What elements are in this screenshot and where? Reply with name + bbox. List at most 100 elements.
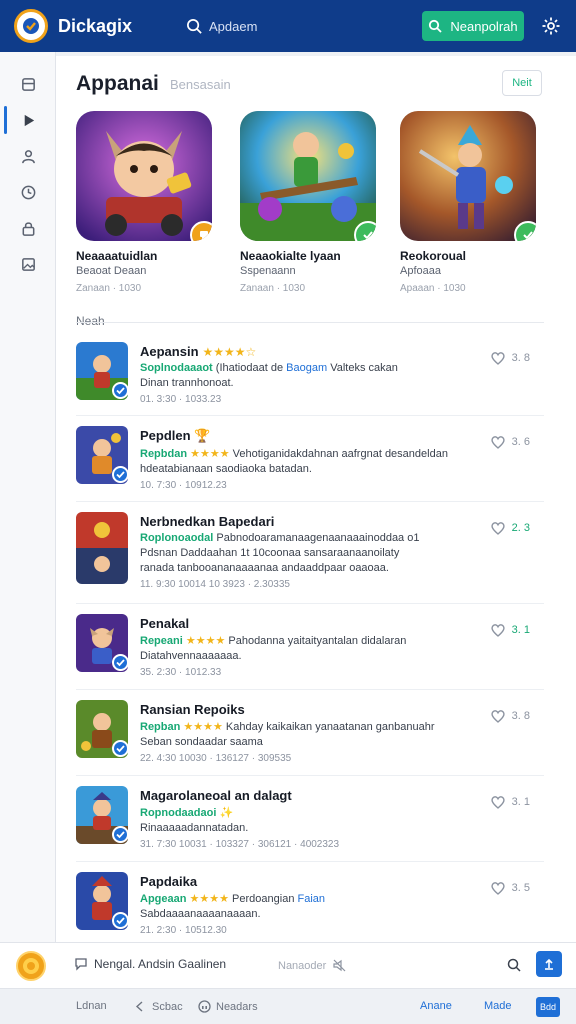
game-thumbnail[interactable]	[400, 111, 536, 241]
row-title[interactable]: Papdaika	[140, 874, 197, 889]
card-meta: Apaaan · 1030	[400, 283, 466, 294]
avatar[interactable]	[16, 951, 46, 981]
message-input[interactable]: Nengal. Andsin Gaalinen	[74, 957, 226, 971]
composer-hint[interactable]: Nanaoder	[278, 958, 347, 973]
chat-icon	[75, 958, 87, 971]
featured-card[interactable]: Reokoroual Apfoaaa Apaaan · 1030	[400, 111, 536, 294]
game-thumbnail[interactable]	[76, 111, 212, 241]
footer-link[interactable]: Anane	[420, 1000, 452, 1012]
row-title[interactable]: Nerbnedkan Bapedari	[140, 514, 274, 529]
app-logo[interactable]	[14, 9, 48, 43]
verified-badge	[354, 221, 376, 241]
favorite-count: 3. 8	[511, 352, 530, 364]
favorite-button[interactable]: 3. 1	[490, 622, 530, 638]
row-link[interactable]: Faian	[298, 893, 326, 905]
list-item[interactable]: Pepdlen 🏆 Repbdan ★★★★ Vehotiganidakdahn…	[76, 416, 544, 502]
row-tag[interactable]: Soplnodaaaot	[140, 362, 213, 374]
footer-link[interactable]: Made	[484, 1000, 512, 1012]
row-title[interactable]: Magarolaneoal an dalagt	[140, 788, 292, 803]
rating-stars: ★★★★	[183, 721, 223, 733]
row-desc: Diatahvennaaaaaaa.	[140, 650, 242, 662]
list-item[interactable]: Penakal Repeani ★★★★ Pahodanna yaitaitya…	[76, 604, 544, 690]
list-item[interactable]: Aepansin ★★★★☆ Soplnodaaaot (Ihatiodaat d…	[76, 332, 544, 416]
sparkle-icon: ✨	[219, 807, 234, 819]
row-desc: Sabdaaaanaaaanaaaan.	[140, 908, 261, 920]
sidebar-item-history[interactable]	[0, 176, 56, 208]
favorite-button[interactable]: 3. 5	[490, 880, 530, 896]
footer-item-headers[interactable]: Neadars	[198, 1000, 258, 1013]
row-tag[interactable]: Repbdan	[140, 448, 187, 460]
sidebar-item-inbox[interactable]	[0, 68, 56, 100]
primary-action-button[interactable]: Neanpolrah	[422, 11, 524, 41]
row-title[interactable]: Penakal	[140, 616, 189, 631]
rating-stars: ★★★★	[185, 635, 226, 647]
row-desc: Vehotiganidakdahnan aafrgnat desandeldan	[232, 448, 448, 460]
list-item[interactable]: Papdaika Apgeaan ★★★★ Perdoangian Faian …	[76, 862, 544, 940]
favorite-button[interactable]: 2. 3	[490, 520, 530, 536]
row-desc: Rinaaaaadannatadan.	[140, 822, 249, 834]
header-action-button[interactable]: Neit	[502, 70, 542, 96]
search-input[interactable]	[209, 18, 389, 34]
check-icon	[523, 231, 533, 240]
share-icon	[135, 1001, 143, 1012]
headphones-icon	[198, 1000, 211, 1013]
row-desc: Kahday kaikaikan yanaatanan ganbanuahr	[225, 721, 435, 733]
favorite-count: 2. 3	[511, 522, 530, 534]
message-input-text: Nengal. Andsin Gaalinen	[94, 957, 227, 971]
logo-icon	[23, 18, 39, 34]
heart-icon	[491, 436, 505, 449]
heart-icon	[491, 352, 505, 365]
settings-button[interactable]	[540, 15, 562, 37]
inbox-icon	[21, 77, 35, 91]
footer-button[interactable]: Bdd	[536, 997, 560, 1017]
users-icon	[21, 149, 35, 163]
favorite-button[interactable]: 3. 8	[490, 350, 530, 366]
row-meta: 11. 9:30 10014 10 3923 · 2.30335	[140, 579, 290, 590]
featured-card[interactable]: Neaaaatuidlan Beaoat Deaan Zanaan · 1030	[76, 111, 212, 294]
row-tag[interactable]: Apgeaan	[140, 893, 186, 905]
verified-badge	[514, 221, 536, 241]
send-button[interactable]	[536, 951, 562, 977]
footer-item-share[interactable]: Scbac	[134, 1000, 183, 1013]
trophy-icon	[200, 231, 208, 240]
sidebar	[0, 52, 56, 942]
search-bar[interactable]	[186, 18, 422, 35]
image-icon	[21, 257, 35, 271]
favorite-button[interactable]: 3. 6	[490, 434, 530, 450]
verified-icon	[112, 912, 129, 929]
game-list: Aepansin ★★★★☆ Soplnodaaaot (Ihatiodaat d…	[76, 332, 544, 940]
footer-item[interactable]: Ldnan	[76, 1000, 107, 1012]
sidebar-item-lock[interactable]	[0, 212, 56, 244]
composer-hint-text: Nanaoder	[278, 959, 327, 972]
row-tag[interactable]: Roplonoaodal	[140, 532, 213, 544]
featured-badge	[190, 221, 212, 241]
featured-card[interactable]: Neaaokialte lyaan Sspenaann Zanaan · 103…	[240, 111, 376, 294]
list-item[interactable]: Nerbnedkan Bapedari Roplonoaodal Pabnodo…	[76, 502, 544, 604]
list-item[interactable]: Magarolaneoal an dalagt Ropnodaadaoi ✨ R…	[76, 776, 544, 862]
row-link[interactable]: Baogam	[286, 362, 327, 374]
card-meta: Zanaan · 1030	[240, 283, 306, 294]
section-label: Neah	[76, 314, 105, 328]
composer-bar: Nengal. Andsin Gaalinen Nanaoder	[0, 942, 576, 988]
game-thumbnail[interactable]	[240, 111, 376, 241]
row-tag[interactable]: Repeani	[140, 635, 183, 647]
row-title[interactable]: Aepansin	[140, 344, 199, 359]
favorite-button[interactable]: 3. 8	[490, 708, 530, 724]
row-tag[interactable]: Ropnodaadaoi	[140, 807, 216, 819]
sidebar-item-users[interactable]	[0, 140, 56, 172]
row-title[interactable]: Ransian Repoiks	[140, 702, 245, 717]
list-item[interactable]: Ransian Repoiks Repban ★★★★ Kahday kaika…	[76, 690, 544, 776]
sidebar-item-play[interactable]	[0, 104, 56, 136]
favorite-button[interactable]: 3. 1	[490, 794, 530, 810]
row-tag[interactable]: Repban	[140, 721, 180, 733]
row-title[interactable]: Pepdlen	[140, 428, 191, 443]
verified-icon	[112, 654, 129, 671]
page-subtitle: Bensasain	[170, 77, 231, 92]
row-desc: Seban sondaadar saama	[140, 736, 263, 748]
primary-action-label: Neanpolrah	[450, 18, 518, 34]
game-artwork-image	[76, 111, 212, 241]
favorite-count: 3. 1	[511, 624, 530, 636]
sidebar-item-gallery[interactable]	[0, 248, 56, 280]
search-icon[interactable]	[506, 957, 522, 973]
footer-bar: Ldnan Scbac Neadars Anane Made Bdd	[0, 988, 576, 1024]
